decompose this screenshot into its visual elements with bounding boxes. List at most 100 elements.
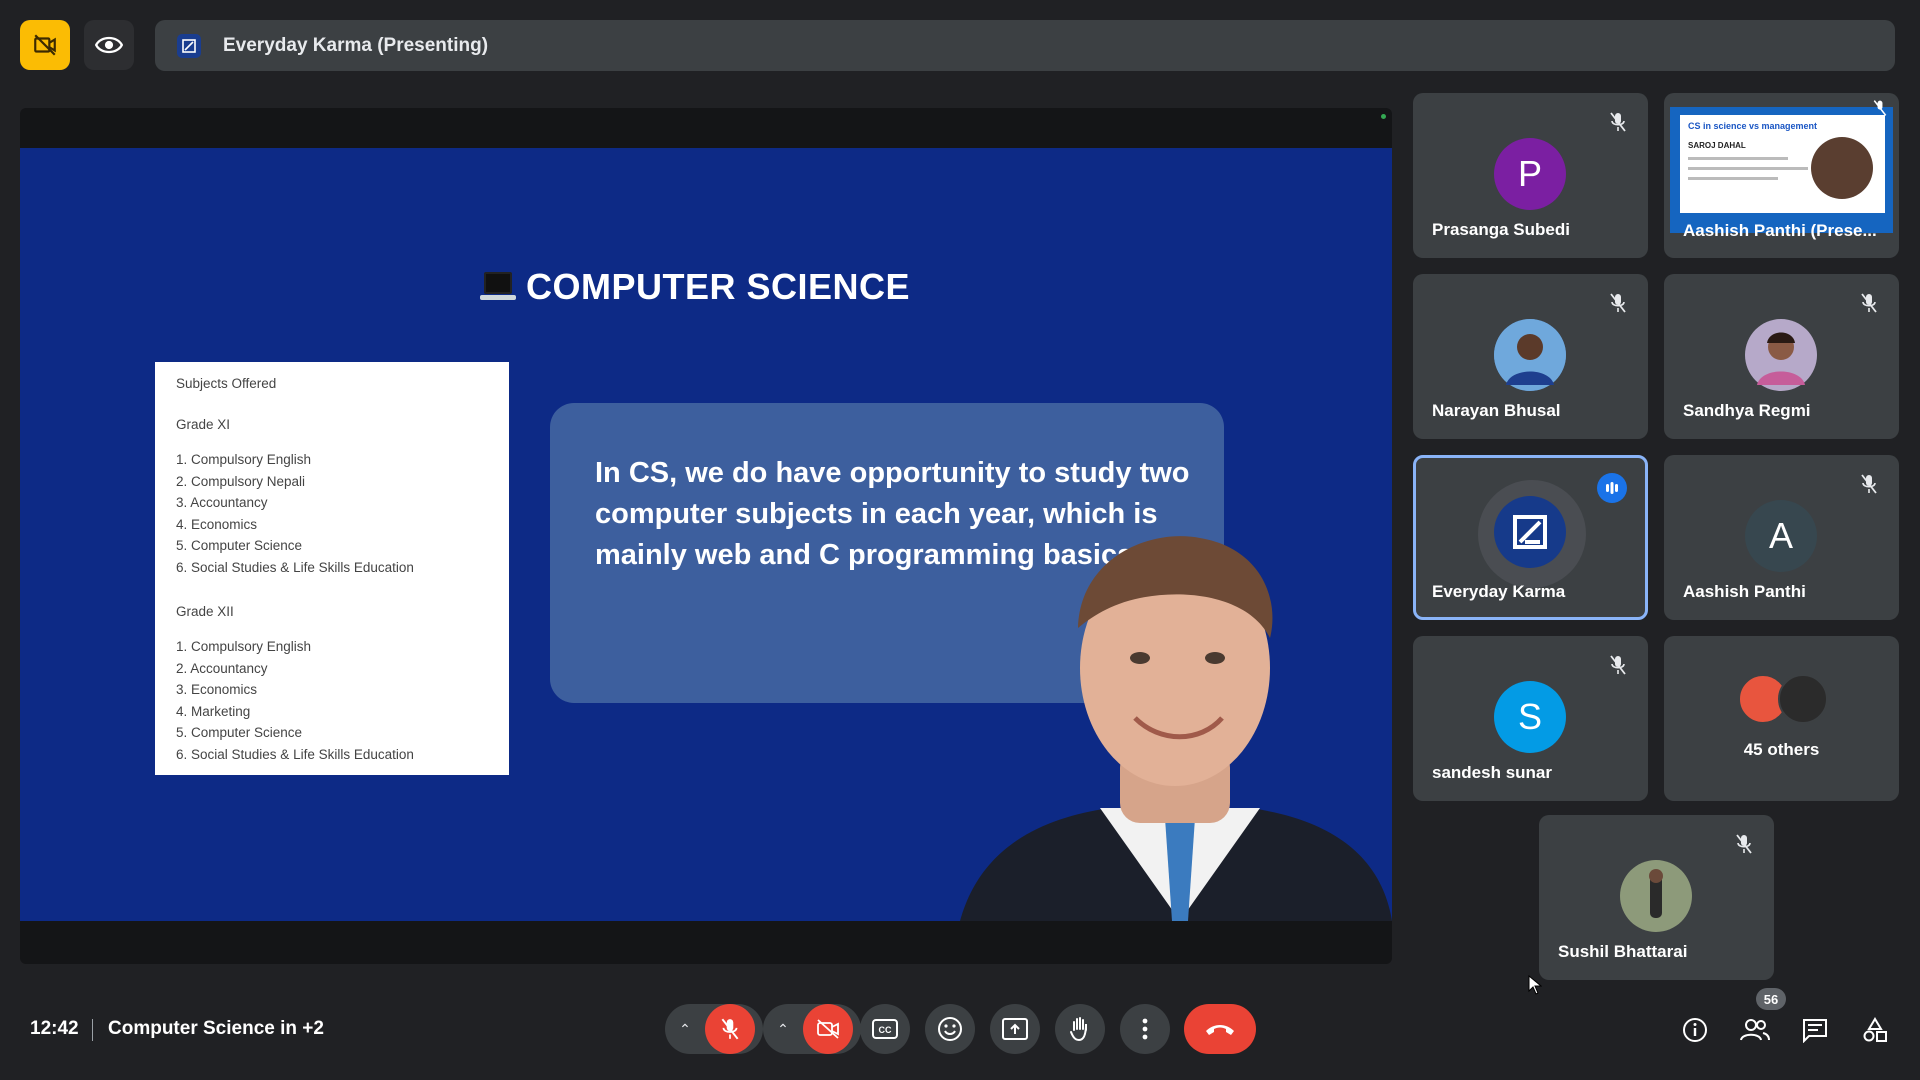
hang-up-icon (1206, 1025, 1234, 1035)
clock-time: 12:42 (30, 1018, 79, 1039)
participant-tile-sandesh-sunar[interactable]: S sandesh sunar (1413, 636, 1648, 801)
view-toggle-button[interactable] (84, 20, 134, 70)
chevron-up-icon[interactable]: ⌃ (763, 1021, 803, 1038)
camera-toggle-button[interactable] (803, 1004, 853, 1054)
camera-off-icon (817, 1019, 839, 1039)
eye-icon (95, 36, 123, 54)
participant-name: sandesh sunar (1432, 763, 1552, 782)
presenting-banner[interactable]: Everyday Karma (Presenting) (155, 20, 1895, 71)
top-bar: Everyday Karma (Presenting) (0, 0, 1920, 88)
raise-hand-button[interactable] (1055, 1004, 1105, 1054)
everyday-karma-logo-icon (177, 33, 201, 58)
camera-control[interactable]: ⌃ (763, 1004, 861, 1054)
participant-tile-narayan-bhusal[interactable]: Narayan Bhusal (1413, 274, 1648, 439)
participant-tile-prasanga-subedi[interactable]: P Prasanga Subedi (1413, 93, 1648, 258)
slide-title: COMPUTER SCIENCE (480, 266, 910, 308)
list-item: 3. Accountancy (176, 495, 268, 510)
participant-tile-sandhya-regmi[interactable]: Sandhya Regmi (1664, 274, 1899, 439)
live-dot (1381, 114, 1386, 119)
more-options-button[interactable] (1120, 1004, 1170, 1054)
meeting-title: Computer Science in +2 (108, 1018, 324, 1039)
avatar (1745, 319, 1817, 391)
participant-tile-sushil-bhattarai[interactable]: Sushil Bhattarai (1539, 815, 1774, 980)
avatar: P (1494, 138, 1566, 210)
everyday-karma-logo-icon (1513, 515, 1547, 549)
laptop-icon (480, 272, 516, 300)
mic-off-icon (1610, 655, 1626, 675)
avatar (1494, 496, 1566, 568)
participant-tile-everyday-karma[interactable]: Everyday Karma (1413, 455, 1648, 620)
presenter-webcam-avatar (1811, 137, 1873, 199)
avatar: A (1745, 500, 1817, 572)
participant-name: Everyday Karma (1432, 582, 1566, 601)
mic-off-icon (721, 1018, 739, 1040)
list-item: 4. Economics (176, 516, 258, 532)
leave-call-button[interactable] (1184, 1004, 1256, 1054)
chat-icon (1803, 1019, 1827, 1043)
mic-off-icon (1873, 100, 1887, 116)
people-count-badge: 56 (1756, 988, 1786, 1010)
participant-name: Sandhya Regmi (1683, 401, 1811, 420)
list-item: 2. Compulsory Nepali (176, 473, 306, 489)
more-vertical-icon (1142, 1018, 1148, 1040)
subjects-heading: Subjects Offered (176, 376, 277, 391)
camera-off-indicator-button[interactable] (20, 20, 70, 70)
hand-icon (1070, 1017, 1087, 1042)
chat-button[interactable] (1798, 1013, 1832, 1047)
mic-off-icon (1861, 293, 1877, 313)
grade-xi-label: Grade XI (176, 417, 231, 432)
participant-name: Narayan Bhusal (1432, 401, 1561, 420)
list-item: 1. Compulsory English (176, 452, 312, 467)
present-screen-icon (1002, 1018, 1028, 1040)
others-count-label: 45 others (1743, 740, 1820, 759)
list-item: 1. Compulsory English (176, 639, 312, 654)
list-item: 3. Economics (176, 682, 258, 697)
microphone-control[interactable]: ⌃ (665, 1004, 763, 1054)
svg-text:CC: CC (879, 1025, 892, 1035)
subjects-card: Subjects Offered Grade XI 1. Compulsory … (155, 362, 509, 775)
activities-icon (1863, 1017, 1887, 1042)
grade-xii-label: Grade XII (176, 604, 234, 619)
chevron-up-icon[interactable]: ⌃ (665, 1021, 705, 1038)
participant-name: Prasanga Subedi (1432, 220, 1570, 239)
people-icon (1740, 1019, 1770, 1041)
others-tile[interactable]: 45 others (1664, 636, 1899, 801)
reactions-button[interactable] (925, 1004, 975, 1054)
list-item: 6. Social Studies & Life Skills Educatio… (176, 559, 414, 575)
screen-subtitle: SAROJ DAHAL (1688, 141, 1746, 150)
avatar (1778, 674, 1828, 724)
speaking-indicator-icon (1597, 473, 1627, 503)
emoji-icon (938, 1017, 962, 1041)
captions-button[interactable]: CC (860, 1004, 910, 1054)
avatar (1494, 319, 1566, 391)
grade-xii-list: 1. Compulsory English 2. Accountancy 3. … (176, 636, 414, 765)
shared-screen-thumbnail: CS in science vs management SAROJ DAHAL (1670, 107, 1893, 233)
participant-tile-aashish-panthi-presenting[interactable]: CS in science vs management SAROJ DAHAL … (1664, 93, 1899, 258)
list-item: 5. Computer Science (176, 538, 303, 553)
no-video-icon (34, 34, 56, 56)
present-screen-button[interactable] (990, 1004, 1040, 1054)
avatar (1620, 860, 1692, 932)
participant-tile-aashish-panthi[interactable]: A Aashish Panthi (1664, 455, 1899, 620)
closed-captions-icon: CC (872, 1019, 898, 1039)
mic-off-icon (1861, 474, 1877, 494)
participant-name: Sushil Bhattarai (1558, 942, 1688, 961)
screen-title: CS in science vs management (1688, 121, 1818, 131)
divider (92, 1019, 93, 1041)
presenting-title: Everyday Karma (Presenting) (223, 34, 489, 56)
list-item: 5. Computer Science (176, 725, 303, 740)
grade-xi-list: 1. Compulsory English 2. Compulsory Nepa… (176, 449, 414, 578)
presentation-stage[interactable]: COMPUTER SCIENCE Subjects Offered Grade … (20, 108, 1392, 964)
mic-off-icon (1610, 293, 1626, 313)
meeting-info-button[interactable] (1678, 1013, 1712, 1047)
list-item: 2. Accountancy (176, 660, 268, 676)
shared-slide: COMPUTER SCIENCE Subjects Offered Grade … (20, 148, 1392, 921)
activities-button[interactable] (1858, 1013, 1892, 1047)
list-item: 4. Marketing (176, 703, 251, 719)
people-button[interactable] (1738, 1013, 1772, 1047)
mic-toggle-button[interactable] (705, 1004, 755, 1054)
mic-off-icon (1736, 834, 1752, 854)
info-icon (1683, 1018, 1707, 1042)
list-item: 6. Social Studies & Life Skills Educatio… (176, 746, 414, 762)
participant-name: Aashish Panthi (Prese... (1683, 221, 1877, 240)
